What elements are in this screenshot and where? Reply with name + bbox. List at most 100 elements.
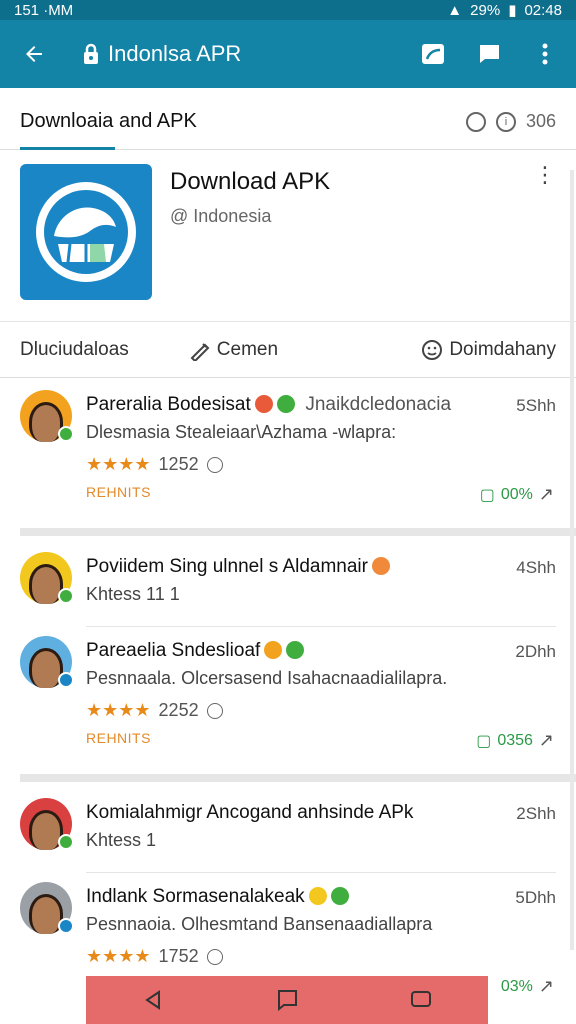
status-bar: 151 ·MM ▲ 29% ▮ 02:48 bbox=[0, 0, 576, 20]
status-left: 151 ·MM bbox=[14, 1, 74, 19]
tab-count: 306 bbox=[525, 111, 556, 131]
emoji-icon bbox=[372, 557, 390, 575]
box-icon: ▢ bbox=[479, 486, 495, 504]
item-text: Pesnnaala. Olcersasend Isahacnaadialilap… bbox=[86, 668, 448, 688]
item-time: 4Shh bbox=[516, 558, 556, 577]
item-text: Khtess 1 bbox=[86, 830, 157, 850]
avatar bbox=[20, 882, 74, 934]
info-icon bbox=[206, 456, 223, 473]
nav-back-icon bbox=[145, 990, 160, 1010]
tab-downloads[interactable]: Downloaia and APK bbox=[20, 94, 197, 150]
tab-meta: i 306 bbox=[465, 111, 556, 132]
star-icon: ★★★★ bbox=[86, 454, 151, 474]
list-item[interactable]: Indlank Sormasenalakeak Pesnnaoia. Olhes… bbox=[0, 872, 576, 996]
chat-icon bbox=[479, 45, 499, 63]
back-arrow-icon bbox=[26, 46, 42, 62]
item-title: Komialahmigr Ancogand anhsinde APk bbox=[86, 802, 414, 823]
action-company-label: Doimdahany bbox=[449, 338, 556, 360]
app-region: @ Indonesia bbox=[170, 206, 272, 226]
smiley-icon bbox=[422, 339, 443, 360]
item-text: Dlesmasia Stealeiaar\Azhama -wlapra: bbox=[86, 422, 397, 442]
lock-icon bbox=[82, 43, 100, 65]
list-item[interactable]: Pareralia Bodesisat Jnaikdcledonacia Dle… bbox=[0, 380, 576, 528]
item-title: Poviidem Sing ulnnel s Aldamnair bbox=[86, 556, 556, 578]
share-icon bbox=[190, 342, 210, 361]
divider bbox=[20, 774, 576, 782]
heart-icon bbox=[308, 887, 327, 905]
signal-icon: ▲ bbox=[447, 1, 463, 19]
app-bar: Indonlsa APR bbox=[0, 20, 576, 88]
window-icon bbox=[422, 44, 444, 64]
nav-bar bbox=[86, 976, 488, 1024]
info-icon[interactable]: i bbox=[495, 111, 516, 132]
item-time: 2Dhh bbox=[515, 642, 556, 661]
action-downloads[interactable]: Dluciudaloas bbox=[20, 339, 129, 361]
more-vert-icon bbox=[542, 43, 548, 65]
more-button[interactable] bbox=[528, 37, 562, 71]
avatar bbox=[20, 552, 74, 604]
battery-text: 29% bbox=[470, 1, 501, 19]
item-tag: REHNITS bbox=[86, 484, 151, 500]
nav-recent-icon bbox=[411, 991, 431, 1007]
status-right: ▲ 29% ▮ 02:48 bbox=[447, 1, 562, 20]
item-percent: ▢ 00% ↗ bbox=[479, 484, 554, 504]
box-icon: ▢ bbox=[476, 732, 492, 750]
item-time: 5Dhh bbox=[515, 888, 556, 907]
actions-row: Dluciudaloas Cemen Doimdahany bbox=[0, 322, 576, 378]
app-info: Download APK @ Indonesia bbox=[170, 164, 330, 307]
item-title: Pareralia Bodesisat Jnaikdcledonacia bbox=[86, 394, 452, 415]
action-comment-label: Cemen bbox=[216, 338, 279, 360]
item-percent: 03% ↗ bbox=[500, 976, 554, 996]
star-icon: ★★★★ bbox=[86, 946, 151, 966]
divider bbox=[20, 528, 576, 536]
avatar bbox=[20, 390, 74, 442]
list-item[interactable]: Poviidem Sing ulnnel s Aldamnair Khtess … bbox=[0, 542, 576, 626]
scrollbar[interactable] bbox=[570, 170, 574, 950]
tab-bar: Downloaia and APK i 306 bbox=[0, 94, 576, 150]
back-button[interactable] bbox=[14, 34, 54, 74]
check-icon bbox=[330, 887, 349, 905]
check-icon bbox=[276, 395, 295, 413]
item-title: Pareaelia Sndeslioaf bbox=[86, 640, 556, 662]
heart-icon bbox=[264, 641, 283, 659]
trend-icon: ↗ bbox=[538, 484, 554, 504]
battery-icon: ▮ bbox=[508, 2, 517, 19]
chat-button[interactable] bbox=[472, 37, 506, 71]
avatar bbox=[20, 636, 74, 688]
item-rating: ★★★★ 1252 bbox=[86, 454, 223, 475]
item-time: 2Shh bbox=[516, 804, 556, 823]
clock-icon[interactable] bbox=[465, 111, 486, 132]
item-percent: ▢ 0356 ↗ bbox=[476, 730, 554, 750]
appbar-title: Indonlsa APR bbox=[108, 41, 242, 66]
heart-icon bbox=[254, 395, 273, 413]
item-text: Pesnnaoia. Olhesmtand Bansenaadiallapra bbox=[86, 914, 433, 934]
nav-home-icon bbox=[278, 990, 297, 1011]
info-icon bbox=[206, 948, 223, 965]
item-title: Indlank Sormasenalakeak bbox=[86, 886, 556, 908]
info-icon bbox=[206, 702, 223, 719]
list-item[interactable]: Komialahmigr Ancogand anhsinde APk Khtes… bbox=[0, 788, 576, 872]
item-text: Khtess 11 1 bbox=[86, 584, 180, 604]
nav-recent-button[interactable] bbox=[401, 980, 441, 1020]
status-time: 02:48 bbox=[524, 1, 562, 19]
app-card: Download APK @ Indonesia ⋮ bbox=[0, 150, 576, 322]
avatar bbox=[20, 798, 74, 850]
action-comment[interactable]: Cemen bbox=[189, 339, 278, 361]
nav-home-button[interactable] bbox=[267, 980, 307, 1020]
star-icon: ★★★★ bbox=[86, 700, 151, 720]
item-rating: ★★★★ 1752 bbox=[86, 946, 223, 967]
app-name: Download APK bbox=[170, 168, 331, 195]
action-company[interactable]: Doimdahany bbox=[421, 339, 556, 361]
nav-back-button[interactable] bbox=[133, 980, 173, 1020]
trend-icon: ↗ bbox=[538, 730, 554, 750]
trend-icon: ↗ bbox=[538, 976, 554, 996]
item-tag: REHNITS bbox=[86, 730, 151, 746]
card-more-icon[interactable]: ⋮ bbox=[534, 164, 556, 307]
check-icon bbox=[286, 641, 305, 659]
appbar-actions bbox=[416, 37, 562, 71]
window-button[interactable] bbox=[416, 37, 450, 71]
item-time: 5Shh bbox=[516, 396, 556, 415]
app-logo-icon bbox=[20, 164, 152, 300]
list-item[interactable]: Pareaelia Sndeslioaf Pesnnaala. Olcersas… bbox=[0, 626, 576, 772]
item-rating: ★★★★ 2252 bbox=[86, 700, 223, 721]
